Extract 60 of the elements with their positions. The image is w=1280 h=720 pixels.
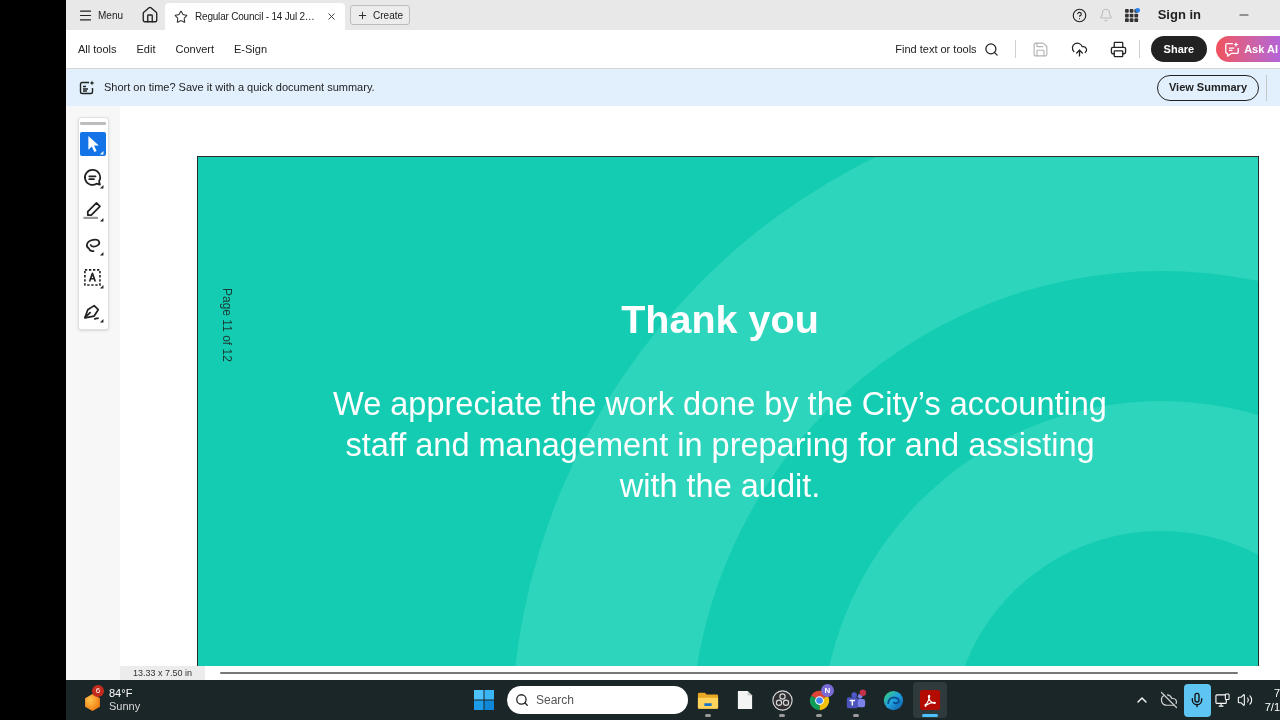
- weather-condition-text: Sunny: [109, 700, 141, 713]
- plus-icon: [357, 9, 368, 21]
- document-tab[interactable]: Regular Council - 14 Jul 2…: [165, 3, 345, 30]
- printer-icon: [1110, 40, 1128, 58]
- banner-message: Short on time? Save it with a quick document summary.: [104, 80, 375, 96]
- menu-icon: [78, 7, 93, 23]
- home-icon[interactable]: [141, 6, 159, 24]
- taskbar-app[interactable]: N: [802, 682, 836, 718]
- menu-item[interactable]: Edit: [136, 40, 156, 58]
- network-icon[interactable]: [1214, 692, 1230, 708]
- taskbar-app[interactable]: [913, 682, 947, 718]
- view-summary-button[interactable]: View Summary: [1156, 74, 1259, 101]
- menu-item[interactable]: All tools: [78, 40, 117, 58]
- help-icon[interactable]: [1071, 7, 1087, 23]
- share-button[interactable]: Share: [1150, 36, 1208, 62]
- cloud-upload-icon: [1071, 40, 1089, 58]
- highlighter-icon: [82, 200, 104, 222]
- sign-in-button[interactable]: Sign in: [1157, 5, 1201, 25]
- tool-button[interactable]: [80, 199, 106, 223]
- weather-widget[interactable]: 6 84°F Sunny: [83, 683, 147, 717]
- cloud-off-icon[interactable]: [1159, 691, 1178, 709]
- microphone-icon[interactable]: [1183, 683, 1211, 717]
- page-size-label: 13.33 x 7.50 in: [120, 666, 205, 680]
- search-icon: [983, 41, 999, 57]
- folder-icon: [697, 690, 719, 710]
- time-text[interactable]: 7: [1273, 686, 1280, 700]
- segmented-ring-icon: [808, 689, 830, 711]
- slide-body-text: We appreciate the work done by the City’s accounting staff and management in preparing for and assisting with the audit.: [333, 385, 1107, 506]
- people-icon: [845, 689, 867, 711]
- page-number-label: Page 11 of 12: [221, 288, 233, 362]
- close-icon[interactable]: [326, 11, 337, 22]
- temperature-text: 84°F: [109, 687, 133, 700]
- document-icon: [737, 690, 753, 710]
- menu-item[interactable]: Convert: [175, 40, 215, 58]
- hexagon-icon: [83, 692, 102, 712]
- slide-title: Thank you: [621, 296, 819, 342]
- grip-handle-icon[interactable]: [80, 122, 106, 125]
- three-rings-icon: [771, 689, 793, 711]
- star-icon[interactable]: [174, 9, 188, 24]
- menu-item[interactable]: E-Sign: [234, 40, 268, 58]
- apps-grid-icon[interactable]: [1124, 7, 1140, 23]
- ask-ai-button[interactable]: Ask AI: [1216, 36, 1280, 62]
- notification-badge: 6: [92, 684, 104, 697]
- find-button[interactable]: Find text or tools: [895, 40, 999, 58]
- taskbar-search-field[interactable]: Search: [507, 686, 688, 714]
- search-icon: [515, 693, 529, 707]
- swirl-circle-icon: [882, 689, 904, 711]
- summary-sparkle-icon: [79, 79, 95, 96]
- speaker-icon[interactable]: [1236, 692, 1253, 708]
- swirl-tile-icon: [919, 689, 941, 711]
- date-text[interactable]: 7/1: [1264, 700, 1280, 714]
- horizontal-scrollbar[interactable]: [220, 672, 1238, 674]
- menu-button[interactable]: Menu: [74, 3, 127, 27]
- chat-sparkle-icon: [1224, 41, 1241, 57]
- windows-logo-icon: [474, 690, 494, 710]
- create-button[interactable]: Create: [350, 5, 411, 25]
- profile-badge: N: [821, 684, 834, 697]
- text-box-icon: [82, 267, 104, 289]
- comment-bubble-icon: [82, 166, 104, 189]
- save-icon: [1032, 40, 1050, 58]
